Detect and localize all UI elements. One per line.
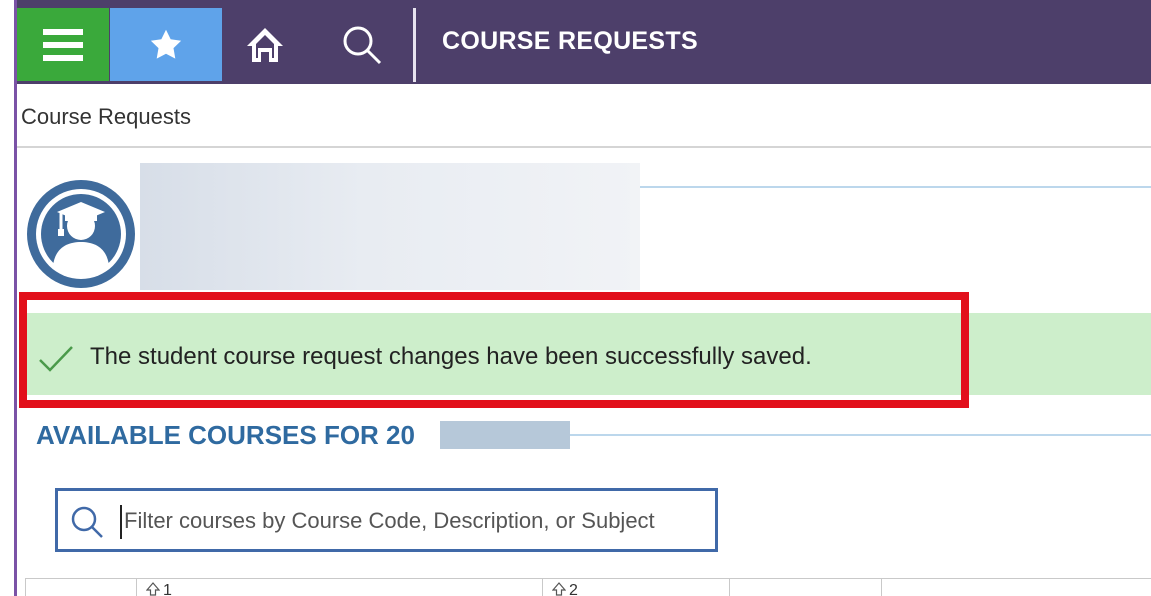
course-filter[interactable] — [55, 488, 718, 552]
breadcrumb: Course Requests — [21, 104, 191, 129]
sort-header-1[interactable]: 1 — [146, 582, 172, 596]
column-separator — [881, 579, 882, 596]
sort-header-label: 1 — [163, 582, 172, 596]
text-cursor — [120, 505, 122, 539]
annotation-highlight-box — [19, 292, 969, 408]
student-info-redacted — [140, 163, 640, 290]
favorites-button[interactable] — [110, 8, 222, 81]
breadcrumb-bar: Course Requests — [17, 84, 1151, 148]
menu-button[interactable] — [17, 8, 109, 81]
available-courses-heading: AVAILABLE COURSES FOR 20 — [36, 420, 415, 450]
home-icon — [247, 27, 283, 62]
star-icon — [150, 29, 182, 59]
column-separator — [136, 579, 137, 596]
hamburger-menu-icon — [43, 28, 83, 61]
section-divider — [640, 186, 1151, 188]
home-button[interactable] — [230, 8, 300, 81]
section-divider — [570, 434, 1151, 436]
courses-table-header: 1 2 — [25, 578, 1151, 596]
page-title: COURSE REQUESTS — [442, 27, 698, 55]
graduate-avatar-icon — [36, 189, 126, 279]
topbar-divider — [413, 8, 416, 82]
course-filter-input[interactable] — [124, 501, 709, 541]
year-redacted — [440, 421, 570, 449]
column-separator — [542, 579, 543, 596]
sort-icon — [552, 582, 566, 596]
sort-icon — [146, 582, 160, 596]
search-icon — [71, 506, 103, 538]
column-separator — [729, 579, 730, 596]
sort-header-label: 2 — [569, 582, 578, 596]
sort-header-2[interactable]: 2 — [552, 582, 578, 596]
avatar — [27, 180, 135, 288]
search-icon — [343, 26, 382, 64]
search-button[interactable] — [322, 8, 402, 81]
